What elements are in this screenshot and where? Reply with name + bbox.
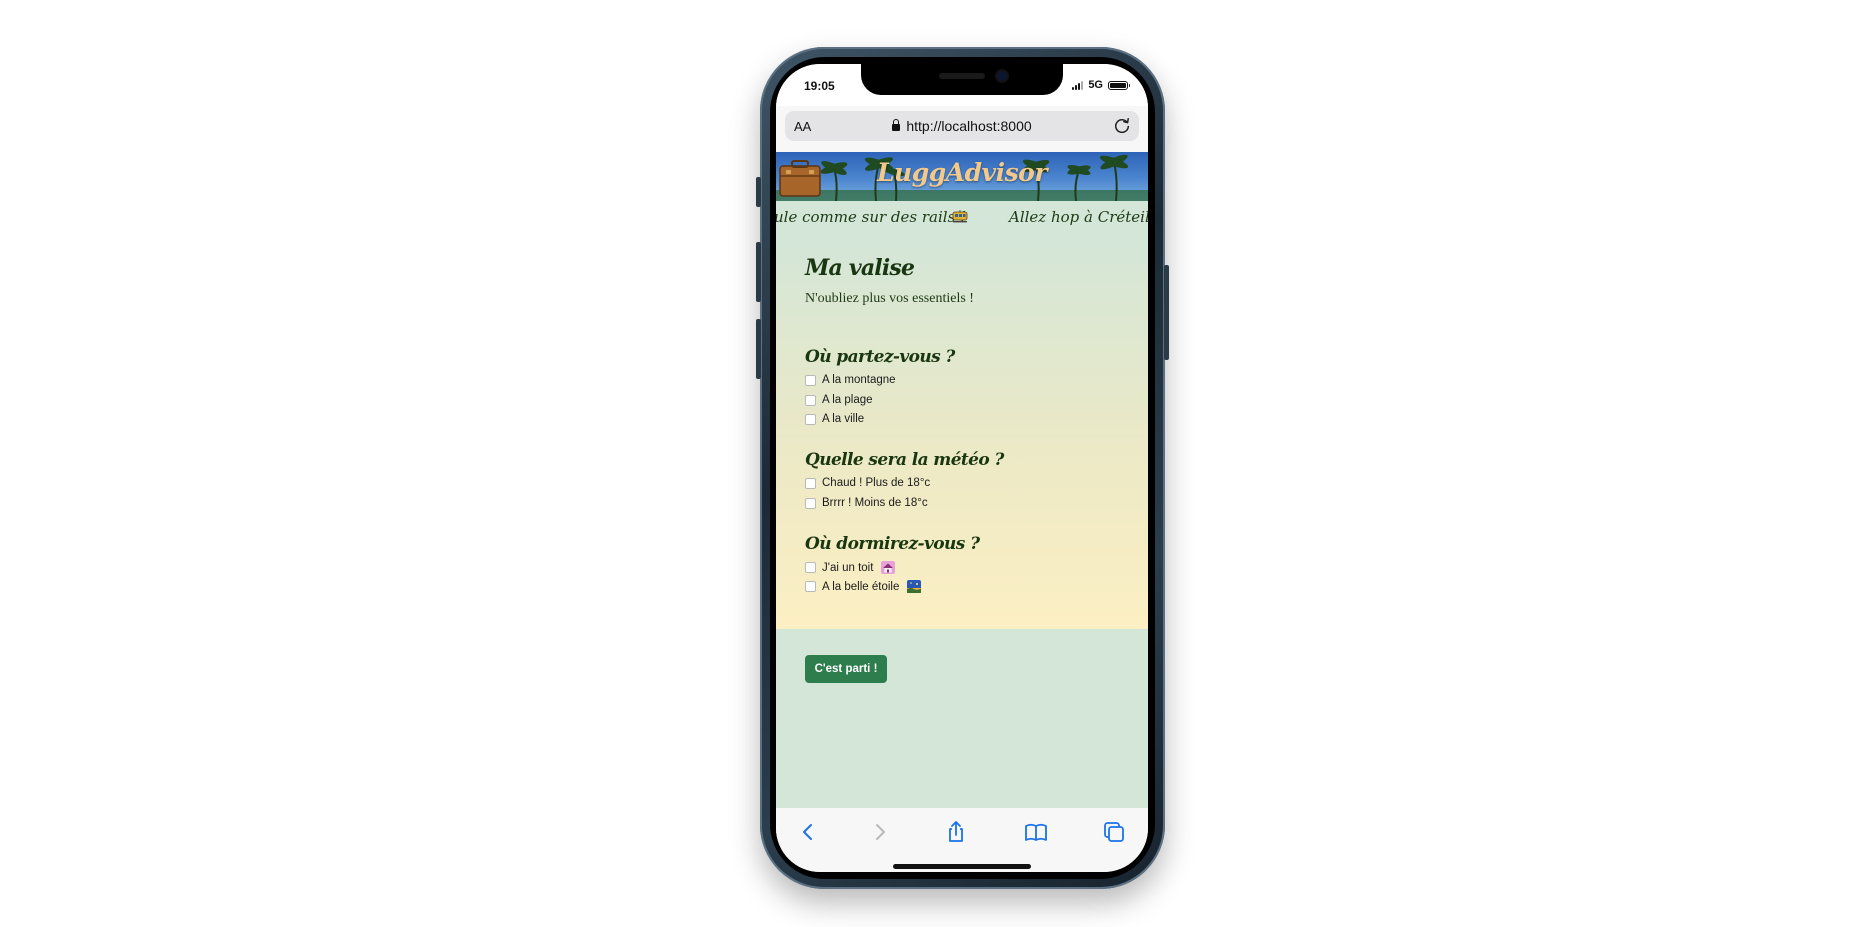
url-text: http://localhost:8000: [906, 118, 1032, 134]
option-roof[interactable]: J'ai un toit: [805, 561, 896, 574]
battery-icon: [1108, 80, 1130, 90]
network-type: 5G: [1088, 79, 1103, 91]
home-indicator[interactable]: [893, 864, 1031, 869]
site-banner: LuggAdvisor: [776, 152, 1148, 201]
checkbox[interactable]: [805, 562, 816, 573]
sleeping-heading: Où dormirez-vous ?: [805, 534, 980, 554]
destination-heading: Où partez-vous ?: [805, 347, 955, 367]
mute-switch: [756, 177, 761, 207]
signal-icon: [1072, 80, 1084, 90]
checkbox[interactable]: [805, 394, 816, 406]
share-icon[interactable]: [944, 820, 968, 844]
forward-arrow-icon[interactable]: [868, 820, 892, 844]
page-subtitle: N'oubliez plus vos essentiels !: [805, 291, 974, 306]
volume-down-button: [756, 319, 761, 379]
status-bar: 19:05 5G: [776, 64, 1148, 106]
bookmarks-icon[interactable]: [1024, 820, 1048, 844]
checkbox[interactable]: [805, 581, 816, 592]
option-hot[interactable]: Chaud ! Plus de 18°c: [805, 477, 930, 489]
tram-icon: [952, 210, 968, 223]
address-bar[interactable]: AA http://localhost:8000: [785, 111, 1139, 141]
phone-frame: 19:05 5G AA http://localhost:8000 LuggAd…: [756, 47, 1169, 889]
checkbox[interactable]: [805, 413, 816, 425]
reload-icon[interactable]: [1113, 117, 1131, 135]
option-stars[interactable]: A la belle étoile: [805, 580, 922, 593]
checkbox[interactable]: [805, 497, 816, 509]
power-button: [1164, 265, 1169, 360]
option-beach[interactable]: A la plage: [805, 394, 873, 406]
lock-icon: [892, 119, 901, 131]
status-indicators: 5G: [1072, 79, 1130, 91]
submit-button[interactable]: C'est parti !: [805, 655, 887, 683]
house-emoji-icon: [881, 561, 896, 574]
back-arrow-icon[interactable]: [796, 820, 820, 844]
checkbox[interactable]: [805, 477, 816, 489]
tabs-icon[interactable]: [1102, 820, 1126, 844]
speaker-grille: [939, 73, 985, 79]
ticker-text-left: ule comme sur des rails !: [776, 208, 967, 226]
browser-toolbar: [776, 808, 1148, 872]
suitcase-form: Ma valise N'oubliez plus vos essentiels …: [776, 233, 1148, 683]
night-sky-emoji-icon: [907, 580, 922, 593]
option-city[interactable]: A la ville: [805, 413, 864, 425]
news-ticker: ule comme sur des rails ! Allez hop à Cr…: [776, 201, 1148, 233]
option-mountain[interactable]: A la montagne: [805, 374, 896, 386]
option-cold[interactable]: Brrrr ! Moins de 18°c: [805, 497, 928, 509]
browser-address-area: AA http://localhost:8000: [776, 106, 1148, 152]
url-display[interactable]: http://localhost:8000: [785, 118, 1139, 134]
status-time: 19:05: [804, 79, 835, 93]
web-page: LuggAdvisor ule comme sur des rails ! Al…: [776, 152, 1148, 808]
volume-up-button: [756, 242, 761, 302]
checkbox[interactable]: [805, 374, 816, 386]
notch: [861, 64, 1063, 95]
weather-heading: Quelle sera la météo ?: [805, 450, 1004, 470]
page-title: Ma valise: [805, 255, 915, 281]
front-camera: [997, 71, 1007, 81]
brand-title[interactable]: LuggAdvisor: [776, 158, 1148, 187]
ticker-text-right: Allez hop à Créteil !: [1009, 208, 1148, 226]
phone-screen: 19:05 5G AA http://localhost:8000 LuggAd…: [776, 64, 1148, 872]
